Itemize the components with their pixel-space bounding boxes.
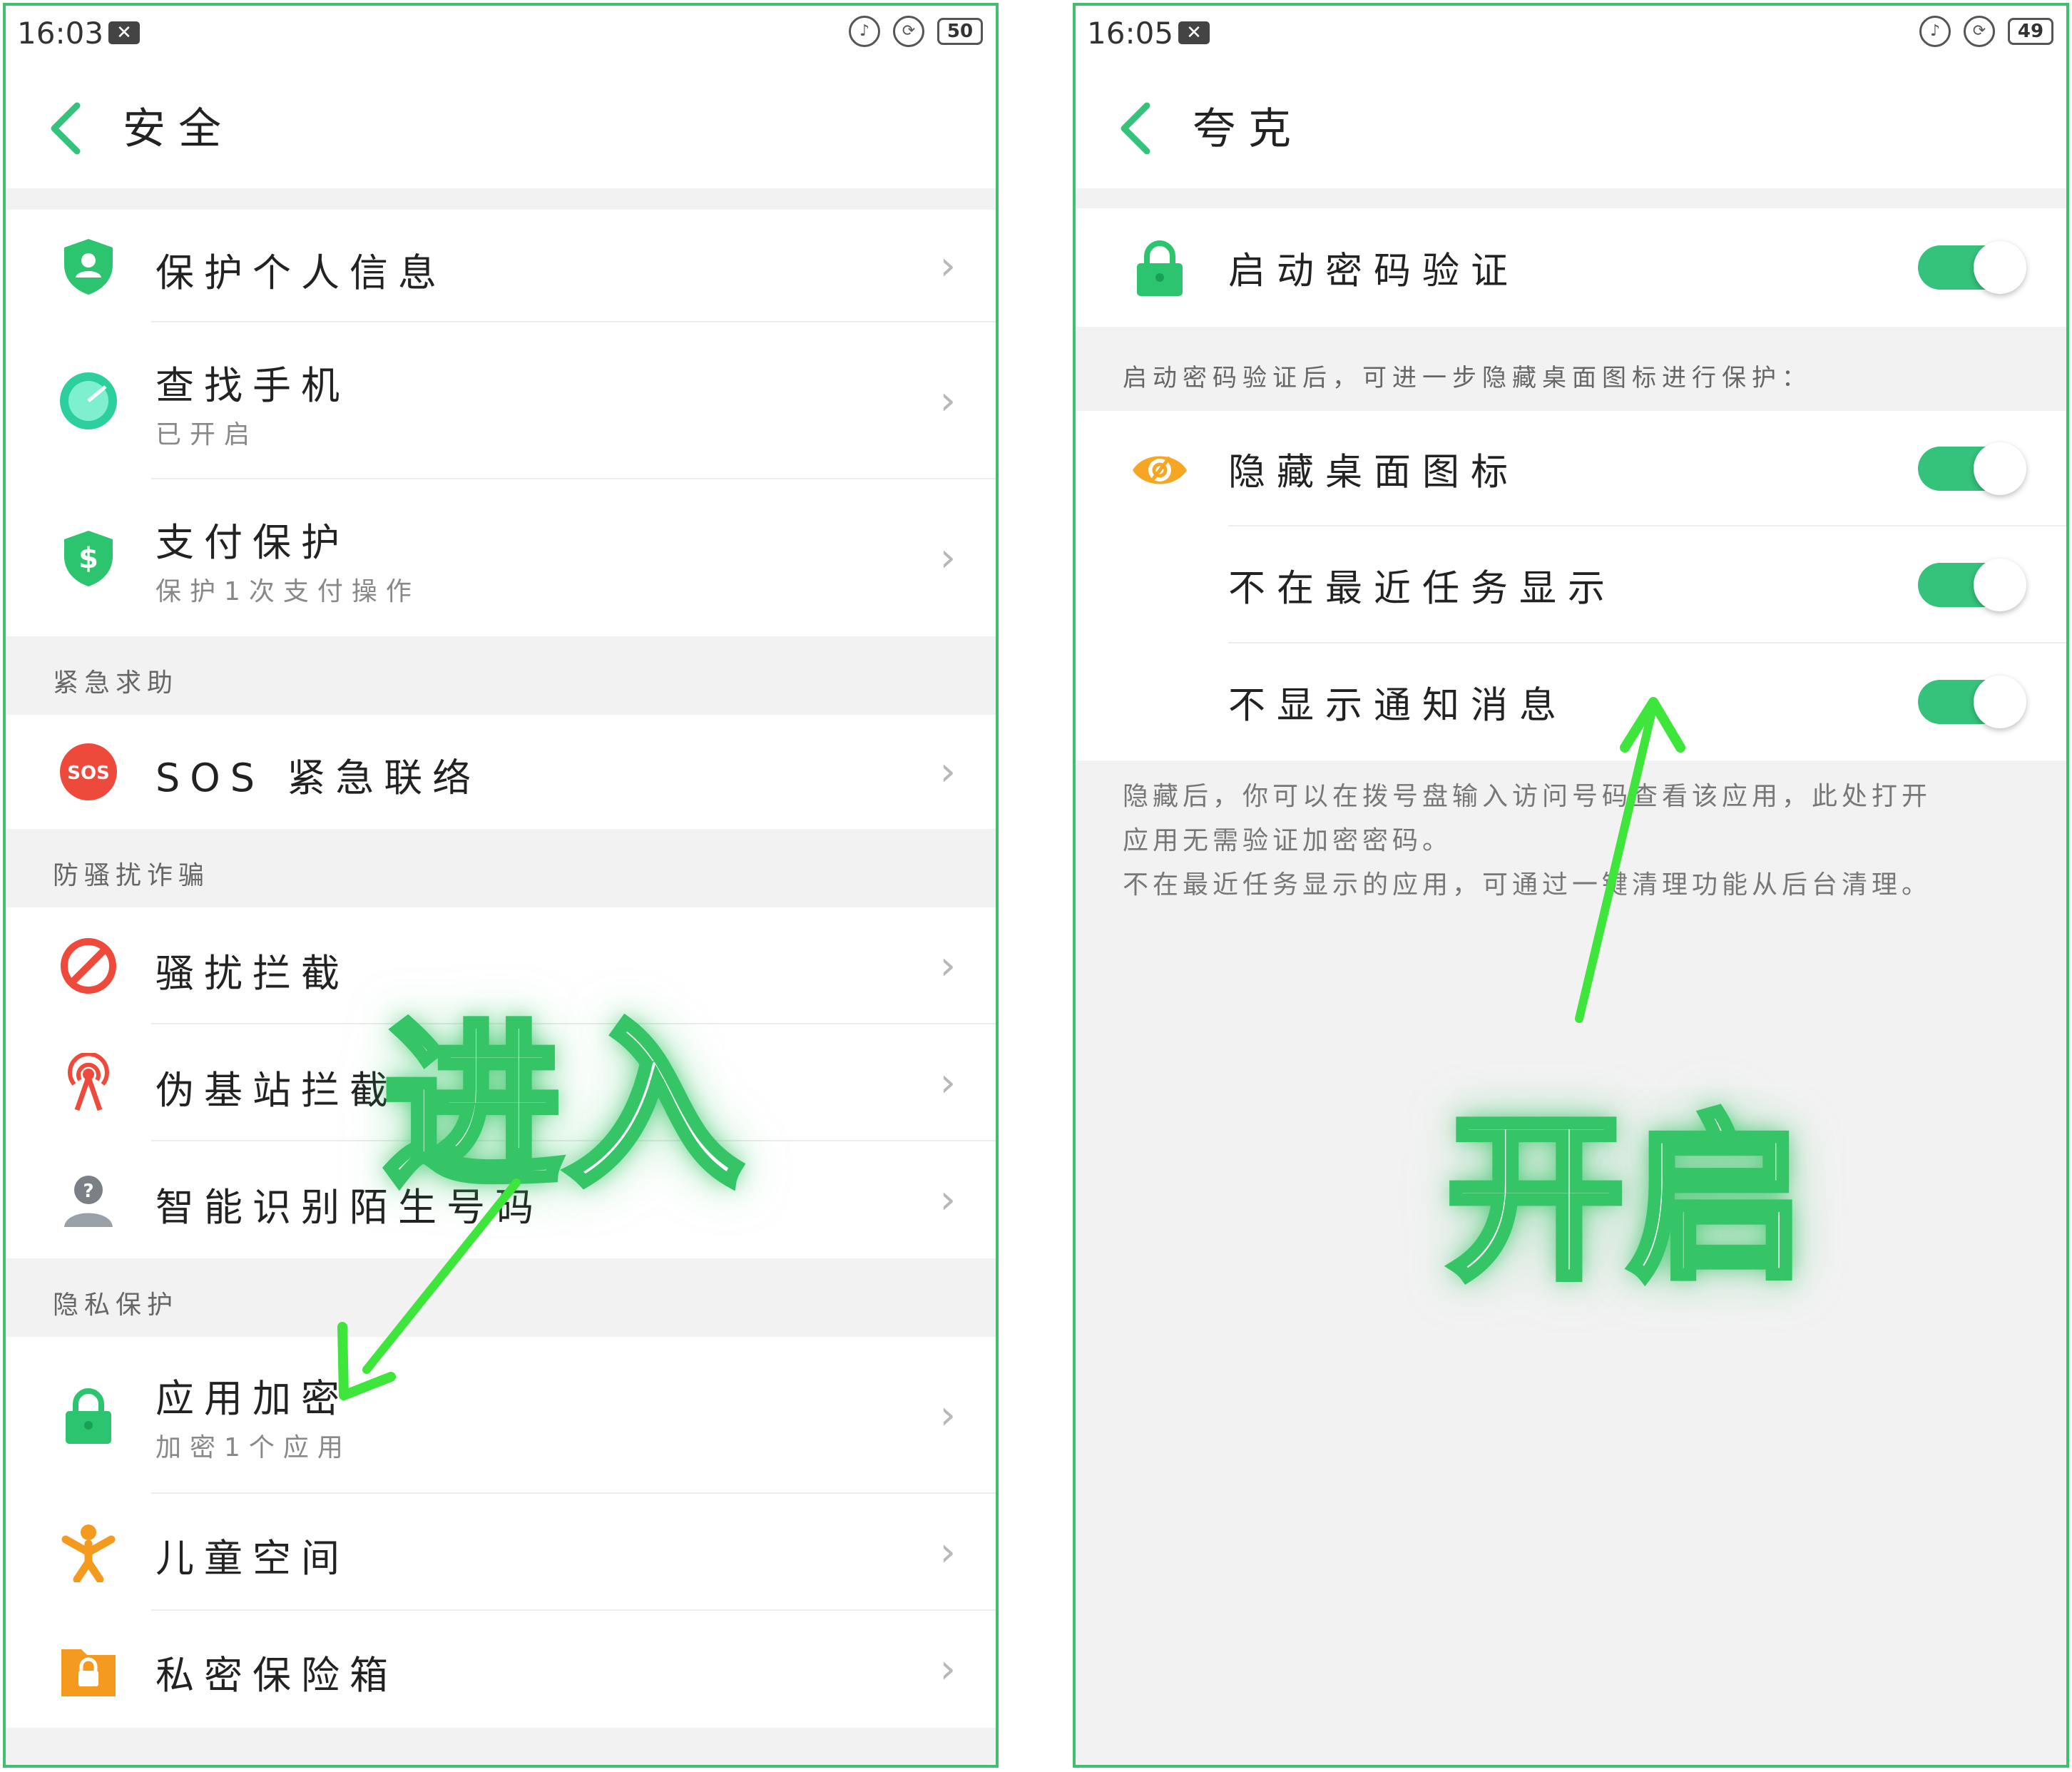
enable-arrow xyxy=(1575,697,1685,1023)
enter-arrow xyxy=(337,1178,521,1400)
left-phone-screen: 16:03 ✕ ♪ ⟳ 50 安全 保护个人信息 › 查找手机 已开启 › $ … xyxy=(3,3,999,1768)
right-phone-screen: 16:05 ✕ ♪ ⟳ 49 夸克 启动密码验证 启动密码验证后，可进一步隐藏桌… xyxy=(1073,3,2069,1768)
